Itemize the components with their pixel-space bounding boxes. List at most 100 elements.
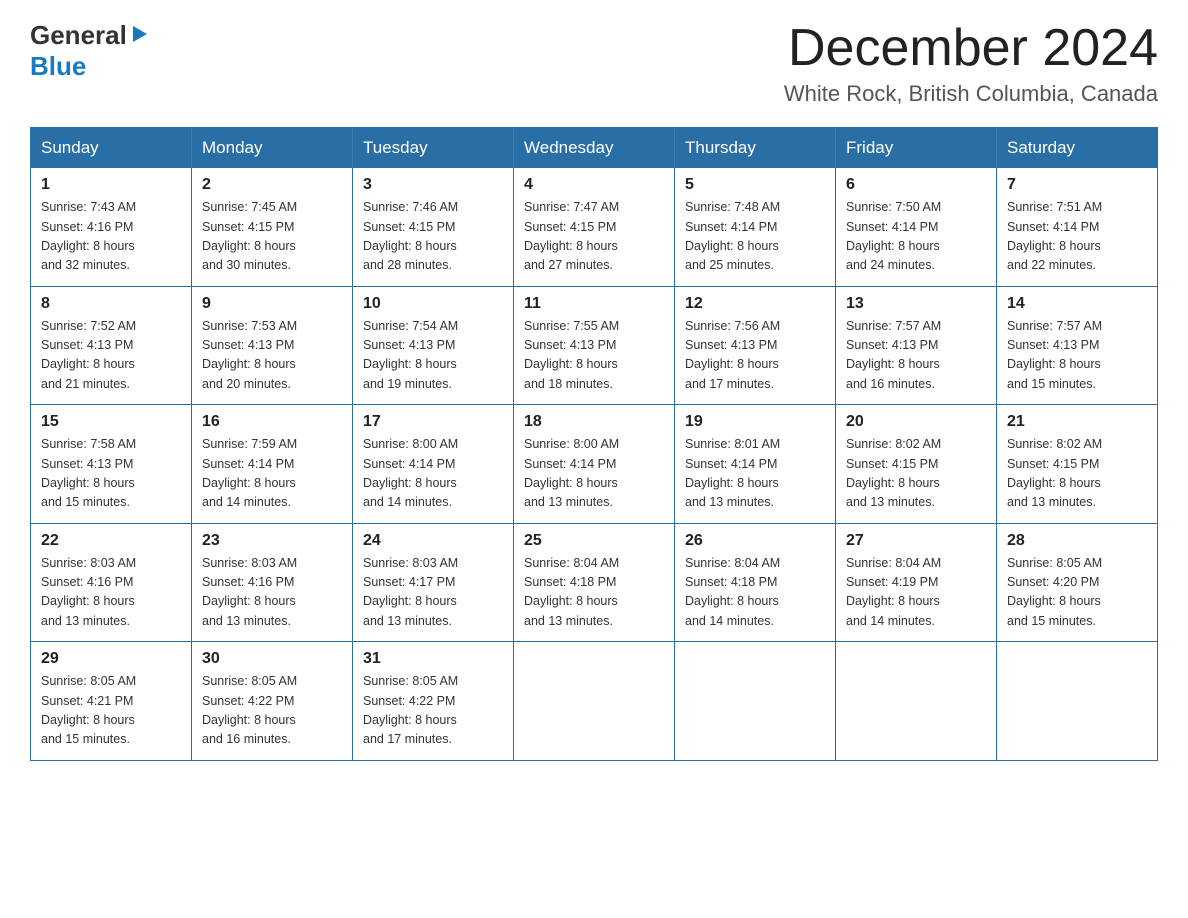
day-info: Sunrise: 7:46 AM Sunset: 4:15 PM Dayligh… [363,198,503,276]
week-row-5: 29 Sunrise: 8:05 AM Sunset: 4:21 PM Dayl… [31,642,1158,761]
day-number: 26 [685,532,825,550]
header-wednesday: Wednesday [514,128,675,169]
day-info: Sunrise: 7:52 AM Sunset: 4:13 PM Dayligh… [41,317,181,395]
day-number: 23 [202,532,342,550]
calendar-cell: 12 Sunrise: 7:56 AM Sunset: 4:13 PM Dayl… [675,286,836,405]
calendar-cell: 1 Sunrise: 7:43 AM Sunset: 4:16 PM Dayli… [31,168,192,286]
day-number: 18 [524,413,664,431]
day-info: Sunrise: 8:00 AM Sunset: 4:14 PM Dayligh… [524,435,664,513]
calendar-cell [675,642,836,761]
day-info: Sunrise: 7:48 AM Sunset: 4:14 PM Dayligh… [685,198,825,276]
calendar-cell: 21 Sunrise: 8:02 AM Sunset: 4:15 PM Dayl… [997,405,1158,524]
day-number: 30 [202,650,342,668]
header-saturday: Saturday [997,128,1158,169]
day-info: Sunrise: 8:05 AM Sunset: 4:22 PM Dayligh… [202,672,342,750]
page-header: General Blue December 2024 White Rock, B… [30,20,1158,107]
day-number: 9 [202,295,342,313]
calendar-cell: 26 Sunrise: 8:04 AM Sunset: 4:18 PM Dayl… [675,523,836,642]
day-number: 5 [685,176,825,194]
calendar-cell: 9 Sunrise: 7:53 AM Sunset: 4:13 PM Dayli… [192,286,353,405]
day-number: 15 [41,413,181,431]
calendar-table: SundayMondayTuesdayWednesdayThursdayFrid… [30,127,1158,761]
calendar-cell: 18 Sunrise: 8:00 AM Sunset: 4:14 PM Dayl… [514,405,675,524]
day-info: Sunrise: 7:55 AM Sunset: 4:13 PM Dayligh… [524,317,664,395]
day-info: Sunrise: 7:45 AM Sunset: 4:15 PM Dayligh… [202,198,342,276]
day-info: Sunrise: 7:53 AM Sunset: 4:13 PM Dayligh… [202,317,342,395]
calendar-cell: 31 Sunrise: 8:05 AM Sunset: 4:22 PM Dayl… [353,642,514,761]
day-info: Sunrise: 8:04 AM Sunset: 4:18 PM Dayligh… [685,554,825,632]
day-number: 7 [1007,176,1147,194]
calendar-cell: 14 Sunrise: 7:57 AM Sunset: 4:13 PM Dayl… [997,286,1158,405]
day-info: Sunrise: 7:51 AM Sunset: 4:14 PM Dayligh… [1007,198,1147,276]
calendar-cell: 4 Sunrise: 7:47 AM Sunset: 4:15 PM Dayli… [514,168,675,286]
day-info: Sunrise: 7:57 AM Sunset: 4:13 PM Dayligh… [846,317,986,395]
day-info: Sunrise: 7:50 AM Sunset: 4:14 PM Dayligh… [846,198,986,276]
logo-blue-text: Blue [30,51,86,81]
calendar-cell [836,642,997,761]
day-number: 20 [846,413,986,431]
calendar-cell: 7 Sunrise: 7:51 AM Sunset: 4:14 PM Dayli… [997,168,1158,286]
day-number: 22 [41,532,181,550]
calendar-cell: 17 Sunrise: 8:00 AM Sunset: 4:14 PM Dayl… [353,405,514,524]
day-info: Sunrise: 8:03 AM Sunset: 4:16 PM Dayligh… [202,554,342,632]
calendar-cell: 5 Sunrise: 7:48 AM Sunset: 4:14 PM Dayli… [675,168,836,286]
calendar-cell: 25 Sunrise: 8:04 AM Sunset: 4:18 PM Dayl… [514,523,675,642]
day-info: Sunrise: 7:47 AM Sunset: 4:15 PM Dayligh… [524,198,664,276]
calendar-cell: 13 Sunrise: 7:57 AM Sunset: 4:13 PM Dayl… [836,286,997,405]
week-row-2: 8 Sunrise: 7:52 AM Sunset: 4:13 PM Dayli… [31,286,1158,405]
day-number: 27 [846,532,986,550]
calendar-cell: 20 Sunrise: 8:02 AM Sunset: 4:15 PM Dayl… [836,405,997,524]
calendar-cell: 16 Sunrise: 7:59 AM Sunset: 4:14 PM Dayl… [192,405,353,524]
day-number: 4 [524,176,664,194]
day-info: Sunrise: 8:05 AM Sunset: 4:22 PM Dayligh… [363,672,503,750]
calendar-cell: 15 Sunrise: 7:58 AM Sunset: 4:13 PM Dayl… [31,405,192,524]
day-info: Sunrise: 7:59 AM Sunset: 4:14 PM Dayligh… [202,435,342,513]
calendar-cell: 28 Sunrise: 8:05 AM Sunset: 4:20 PM Dayl… [997,523,1158,642]
header-tuesday: Tuesday [353,128,514,169]
day-info: Sunrise: 7:58 AM Sunset: 4:13 PM Dayligh… [41,435,181,513]
day-number: 6 [846,176,986,194]
day-info: Sunrise: 8:05 AM Sunset: 4:20 PM Dayligh… [1007,554,1147,632]
calendar-cell: 22 Sunrise: 8:03 AM Sunset: 4:16 PM Dayl… [31,523,192,642]
day-info: Sunrise: 7:54 AM Sunset: 4:13 PM Dayligh… [363,317,503,395]
day-info: Sunrise: 7:56 AM Sunset: 4:13 PM Dayligh… [685,317,825,395]
title-area: December 2024 White Rock, British Columb… [784,20,1158,107]
day-info: Sunrise: 8:03 AM Sunset: 4:17 PM Dayligh… [363,554,503,632]
header-sunday: Sunday [31,128,192,169]
day-number: 16 [202,413,342,431]
day-number: 19 [685,413,825,431]
calendar-cell: 3 Sunrise: 7:46 AM Sunset: 4:15 PM Dayli… [353,168,514,286]
day-info: Sunrise: 8:03 AM Sunset: 4:16 PM Dayligh… [41,554,181,632]
location-title: White Rock, British Columbia, Canada [784,81,1158,107]
calendar-cell [514,642,675,761]
day-info: Sunrise: 8:02 AM Sunset: 4:15 PM Dayligh… [846,435,986,513]
calendar-header-row: SundayMondayTuesdayWednesdayThursdayFrid… [31,128,1158,169]
calendar-cell [997,642,1158,761]
calendar-cell: 27 Sunrise: 8:04 AM Sunset: 4:19 PM Dayl… [836,523,997,642]
calendar-cell: 23 Sunrise: 8:03 AM Sunset: 4:16 PM Dayl… [192,523,353,642]
week-row-3: 15 Sunrise: 7:58 AM Sunset: 4:13 PM Dayl… [31,405,1158,524]
month-title: December 2024 [784,20,1158,77]
calendar-cell: 11 Sunrise: 7:55 AM Sunset: 4:13 PM Dayl… [514,286,675,405]
day-number: 17 [363,413,503,431]
day-number: 28 [1007,532,1147,550]
day-number: 29 [41,650,181,668]
day-number: 10 [363,295,503,313]
week-row-1: 1 Sunrise: 7:43 AM Sunset: 4:16 PM Dayli… [31,168,1158,286]
logo-arrow-icon [129,24,149,44]
calendar-cell: 6 Sunrise: 7:50 AM Sunset: 4:14 PM Dayli… [836,168,997,286]
header-monday: Monday [192,128,353,169]
day-info: Sunrise: 8:04 AM Sunset: 4:19 PM Dayligh… [846,554,986,632]
day-number: 8 [41,295,181,313]
day-info: Sunrise: 8:00 AM Sunset: 4:14 PM Dayligh… [363,435,503,513]
day-info: Sunrise: 8:01 AM Sunset: 4:14 PM Dayligh… [685,435,825,513]
day-number: 11 [524,295,664,313]
day-number: 3 [363,176,503,194]
logo: General Blue [30,20,149,82]
day-info: Sunrise: 8:04 AM Sunset: 4:18 PM Dayligh… [524,554,664,632]
calendar-cell: 8 Sunrise: 7:52 AM Sunset: 4:13 PM Dayli… [31,286,192,405]
calendar-cell: 2 Sunrise: 7:45 AM Sunset: 4:15 PM Dayli… [192,168,353,286]
calendar-cell: 24 Sunrise: 8:03 AM Sunset: 4:17 PM Dayl… [353,523,514,642]
day-number: 1 [41,176,181,194]
day-number: 13 [846,295,986,313]
